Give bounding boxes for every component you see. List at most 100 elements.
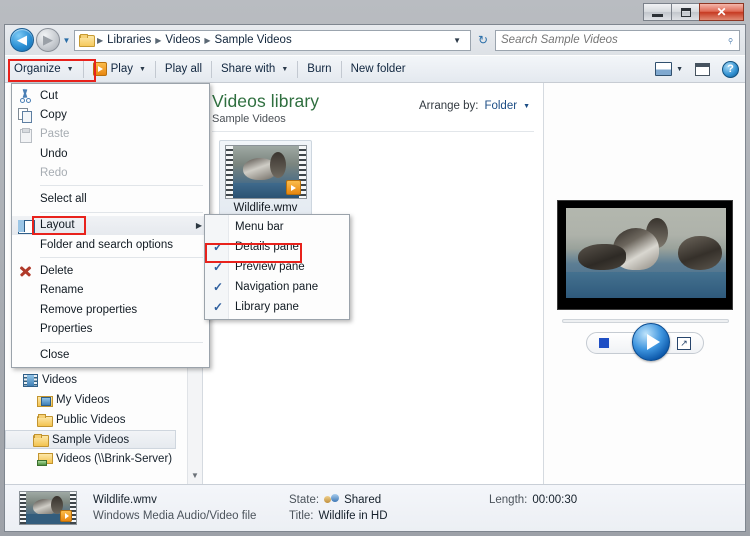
details-title-value[interactable]: Wildlife in HD — [319, 510, 388, 522]
menu-item-cut[interactable]: Cut — [12, 86, 209, 105]
menu-item-label: Properties — [40, 322, 93, 335]
play-button[interactable]: Play ▼ — [84, 58, 155, 80]
search-box[interactable]: ⌕ — [495, 29, 740, 51]
minimize-icon — [652, 14, 663, 17]
play-all-button[interactable]: Play all — [156, 58, 211, 80]
submenu-item-menu-bar[interactable]: Menu bar — [205, 217, 349, 237]
maximize-icon — [680, 7, 691, 17]
burn-button[interactable]: Burn — [298, 58, 340, 80]
chevron-down-icon[interactable]: ▼ — [676, 66, 683, 73]
chevron-down-icon[interactable]: ▼ — [448, 36, 466, 45]
menu-item-folder-and-search-options[interactable]: Folder and search options — [12, 235, 209, 254]
menu-separator — [40, 341, 203, 343]
menu-item-label: Layout — [40, 219, 75, 232]
cut-icon — [18, 89, 33, 103]
details-column-length: Length: 00:00:30 — [489, 494, 577, 506]
recent-locations-dropdown[interactable]: ▼ — [60, 29, 73, 51]
sidebar-item-videos-brink-server[interactable]: Videos (\\Brink-Server) — [23, 449, 193, 469]
submenu-item-details-pane[interactable]: ✓ Details pane — [205, 237, 349, 257]
sidebar-item-videos[interactable]: Videos — [23, 370, 193, 390]
media-play-badge-icon — [285, 180, 301, 195]
folder-icon — [33, 433, 49, 447]
menu-item-label: Undo — [40, 147, 68, 160]
menu-item-label: Redo — [40, 166, 68, 179]
menu-separator — [40, 185, 203, 187]
file-name-label: Wildlife.wmv — [233, 202, 298, 214]
sidebar-item-my-videos[interactable]: My Videos — [23, 390, 193, 410]
play-button-large[interactable] — [632, 323, 670, 361]
layout-submenu: Menu bar ✓ Details pane ✓ Preview pane ✓… — [204, 214, 350, 320]
file-tile-wildlife[interactable]: Wildlife.wmv — [219, 140, 312, 217]
scroll-down-arrow-icon[interactable]: ▼ — [191, 471, 199, 480]
media-play-badge-icon — [60, 510, 72, 522]
breadcrumb-libraries[interactable]: Libraries — [104, 34, 154, 46]
organize-label: Organize — [14, 63, 61, 75]
menu-item-select-all[interactable]: Select all — [12, 189, 209, 208]
close-button[interactable]: ✕ — [699, 3, 744, 21]
arrange-by-label: Arrange by: — [419, 100, 479, 112]
seek-bar[interactable] — [562, 319, 729, 323]
menu-item-close[interactable]: Close — [12, 346, 209, 365]
share-with-label: Share with — [221, 63, 276, 75]
minimize-button[interactable] — [643, 3, 672, 21]
help-icon[interactable]: ? — [722, 60, 739, 78]
submenu-item-label: Navigation pane — [235, 281, 319, 293]
change-view-icon[interactable] — [655, 62, 673, 76]
details-column-name: Wildlife.wmv Windows Media Audio/Video f… — [93, 494, 289, 522]
sidebar-item-label: Public Videos — [56, 414, 126, 426]
breadcrumb-sample-videos[interactable]: Sample Videos — [212, 34, 295, 46]
breadcrumb-videos[interactable]: Videos — [162, 34, 203, 46]
submenu-item-navigation-pane[interactable]: ✓ Navigation pane — [205, 277, 349, 297]
sidebar-item-public-videos[interactable]: Public Videos — [23, 410, 193, 430]
submenu-item-preview-pane[interactable]: ✓ Preview pane — [205, 257, 349, 277]
details-thumbnail — [19, 491, 77, 525]
menu-item-properties[interactable]: Properties — [12, 319, 209, 338]
video-preview-frame[interactable] — [557, 200, 733, 310]
submenu-item-library-pane[interactable]: ✓ Library pane — [205, 297, 349, 317]
breadcrumb-bar[interactable]: ▶ Libraries ▶ Videos ▶ Sample Videos ▼ — [74, 29, 471, 51]
search-input[interactable] — [501, 34, 728, 46]
menu-item-label: Delete — [40, 265, 74, 278]
menu-item-delete[interactable]: Delete — [12, 261, 209, 280]
submenu-item-label: Library pane — [235, 301, 299, 313]
folder-icon — [79, 34, 95, 47]
sidebar-item-label: Videos — [42, 374, 77, 386]
chevron-down-icon[interactable]: ▼ — [523, 103, 530, 110]
refresh-button[interactable]: ↻ — [472, 29, 494, 51]
menu-item-layout[interactable]: Layout ▶ — [12, 215, 209, 236]
video-folder-icon — [37, 394, 53, 407]
menu-item-label: Select all — [40, 193, 87, 206]
submenu-arrow-icon: ▶ — [195, 220, 202, 230]
menu-item-remove-properties[interactable]: Remove properties — [12, 300, 209, 319]
submenu-item-label: Menu bar — [235, 221, 284, 233]
menu-item-label: Cut — [40, 89, 58, 102]
video-preview-image — [566, 208, 726, 298]
menu-item-label: Folder and search options — [40, 238, 173, 251]
details-pane: Wildlife.wmv Windows Media Audio/Video f… — [5, 484, 745, 531]
sidebar-item-sample-videos[interactable]: Sample Videos — [5, 430, 176, 449]
stop-button[interactable] — [599, 338, 609, 348]
menu-separator — [40, 211, 203, 213]
organize-button[interactable]: Organize ▼ — [5, 58, 83, 80]
back-button[interactable]: ◀ — [10, 28, 34, 52]
arrange-by-control[interactable]: Arrange by: Folder ▼ — [419, 100, 530, 112]
share-with-button[interactable]: Share with ▼ — [212, 58, 297, 80]
show-preview-pane-icon[interactable] — [695, 62, 710, 76]
library-divider — [212, 131, 534, 132]
arrange-by-value[interactable]: Folder — [484, 100, 517, 112]
library-subtitle: Sample Videos — [212, 113, 286, 125]
toolbar-right-group: ▼ ? — [655, 60, 745, 78]
new-folder-button[interactable]: New folder — [342, 58, 415, 80]
menu-item-label: Paste — [40, 128, 70, 141]
menu-item-undo[interactable]: Undo — [12, 144, 209, 163]
maximize-button[interactable] — [671, 3, 700, 21]
title-bar: ✕ — [0, 0, 750, 24]
forward-button[interactable]: ▶ — [36, 28, 60, 52]
menu-item-rename[interactable]: Rename — [12, 281, 209, 300]
menu-item-copy[interactable]: Copy — [12, 105, 209, 124]
fullscreen-button[interactable]: ↗ — [677, 336, 691, 350]
menu-item-label: Close — [40, 349, 70, 362]
breadcrumb-separator: ▶ — [97, 35, 104, 45]
details-state-value: Shared — [344, 494, 382, 506]
sidebar-item-label: Videos (\\Brink-Server) — [56, 453, 173, 465]
